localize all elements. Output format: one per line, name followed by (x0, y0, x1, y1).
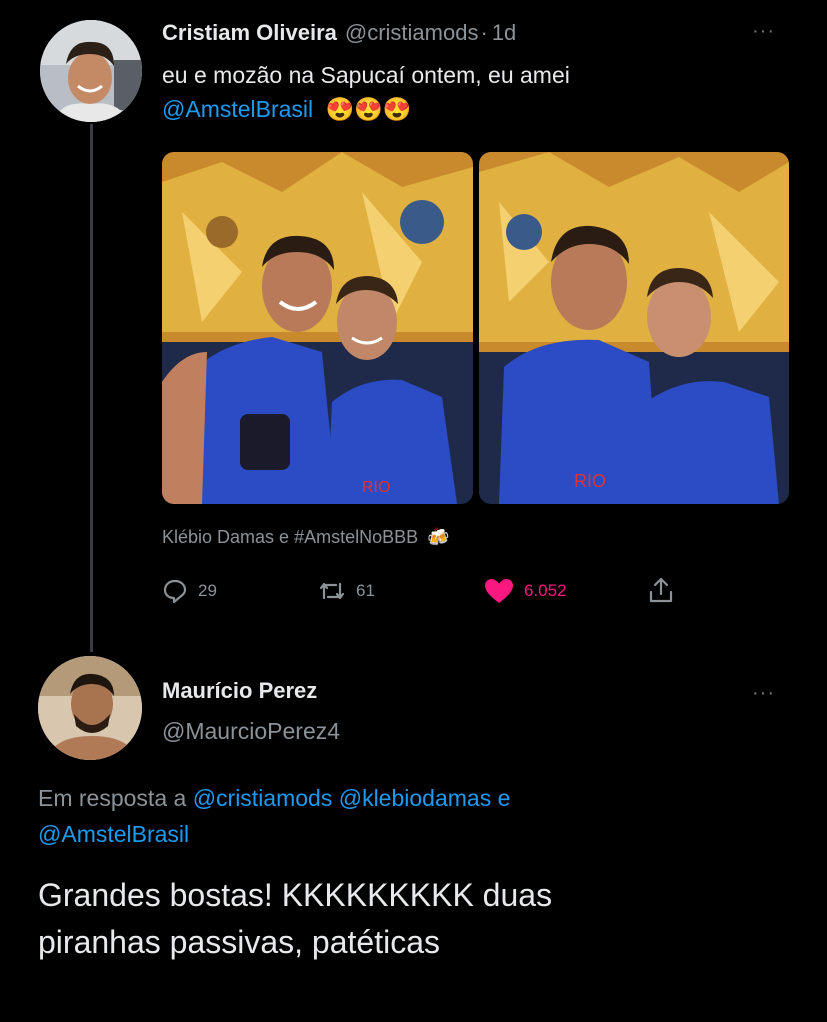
share-icon (648, 576, 674, 604)
more-options-icon[interactable]: ··· (752, 21, 775, 41)
author-handle[interactable]: @cristiamods (345, 20, 479, 46)
retweet-action[interactable]: 61 (318, 578, 375, 604)
tagged-users-text: Klébio Damas e #AmstelNoBBB (162, 527, 419, 547)
reply-author-handle[interactable]: @MaurcioPerez4 (162, 718, 340, 745)
reply-to-line: Em resposta a @cristiamods @klebiodamas … (38, 780, 798, 852)
reply-text-line-2: piranhas passivas, patéticas (38, 924, 440, 960)
beer-emoji: 🍻 (427, 527, 450, 547)
reply-author-name[interactable]: Maurício Perez (162, 678, 317, 704)
author-name[interactable]: Cristiam Oliveira (162, 20, 337, 46)
heart-icon (484, 578, 514, 604)
reply-more-options-icon[interactable]: ··· (752, 683, 775, 703)
reply-icon (162, 578, 188, 604)
dot-separator: · (480, 20, 488, 45)
like-count: 6.052 (524, 581, 567, 600)
reply-author-avatar[interactable] (38, 656, 142, 760)
share-action[interactable] (648, 576, 674, 604)
reply-count: 29 (198, 581, 217, 600)
reply-text: Grandes bostas! KKKKKKKKK duas piranhas … (38, 872, 808, 966)
heart-eyes-emoji: 😍😍😍 (325, 96, 412, 122)
author-avatar[interactable] (40, 20, 142, 122)
retweet-count: 61 (356, 581, 375, 600)
tweet-text-line-2: @AmstelBrasil 😍😍😍 (162, 92, 782, 126)
thread-line (90, 124, 93, 652)
tweet-time[interactable]: 1d (492, 20, 516, 46)
reply-to-last-mention[interactable]: @AmstelBrasil (38, 821, 189, 847)
tweet-header: Cristiam Oliveira @cristiamods · 1d (162, 20, 762, 52)
tweet-text-line: eu e mozão na Sapucaí ontem, eu amei (162, 62, 570, 88)
tagged-users[interactable]: Klébio Damas e #AmstelNoBBB 🍻 (162, 527, 450, 548)
retweet-icon (318, 578, 346, 604)
tweet-photo-1[interactable]: RIO (162, 152, 473, 504)
tweet-photo-2[interactable]: RIO (479, 152, 789, 504)
like-action[interactable]: 6.052 (484, 578, 567, 604)
svg-text:RIO: RIO (574, 471, 606, 491)
reply-text-line-1: Grandes bostas! KKKKKKKKK duas (38, 877, 553, 913)
tweet-text: eu e mozão na Sapucaí ontem, eu amei @Am… (162, 58, 782, 126)
svg-text:RIO: RIO (362, 479, 390, 496)
reply-action[interactable]: 29 (162, 578, 217, 604)
reply-to-mentions[interactable]: @cristiamods @klebiodamas (193, 785, 492, 811)
mention-link[interactable]: @AmstelBrasil (162, 96, 313, 122)
reply-to-and: e (497, 785, 511, 811)
reply-to-prefix: Em resposta a (38, 785, 187, 811)
